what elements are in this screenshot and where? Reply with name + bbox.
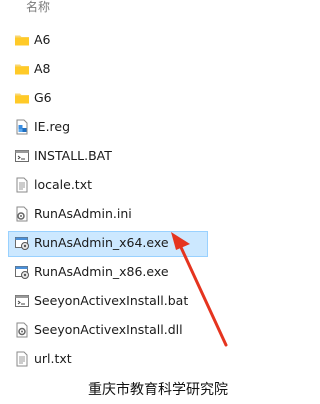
file-item-label: A8 [34, 61, 51, 76]
text-file-icon [14, 177, 30, 193]
registry-file-icon [14, 119, 30, 135]
file-item-runasadmin-ini[interactable]: RunAsAdmin.ini [8, 202, 208, 228]
file-item-locale-txt[interactable]: locale.txt [8, 173, 208, 199]
folder-icon [14, 32, 30, 48]
text-file-icon [14, 351, 30, 367]
batch-file-icon [14, 148, 30, 164]
file-item-label: RunAsAdmin.ini [34, 206, 132, 221]
file-item-label: locale.txt [34, 177, 92, 192]
file-item-runasadmin-x86-exe[interactable]: RunAsAdmin_x86.exe [8, 260, 208, 286]
file-item-install-bat[interactable]: INSTALL.BAT [8, 144, 208, 170]
config-file-icon [14, 206, 30, 222]
file-item-seeyonactivexinstall-dll[interactable]: SeeyonActivexInstall.dll [8, 318, 208, 344]
batch-file-icon [14, 293, 30, 309]
executable-icon [14, 235, 30, 251]
file-item-label: SeeyonActivexInstall.dll [34, 322, 183, 337]
file-item-label: SeeyonActivexInstall.bat [34, 293, 189, 308]
file-item-a6[interactable]: A6 [8, 28, 208, 54]
file-item-label: RunAsAdmin_x64.exe [34, 235, 169, 250]
file-item-url-txt[interactable]: url.txt [8, 347, 208, 373]
file-item-runasadmin-x64-exe[interactable]: RunAsAdmin_x64.exe [8, 231, 208, 257]
dll-file-icon [14, 322, 30, 338]
file-item-label: IE.reg [34, 119, 71, 134]
file-item-seeyonactivexinstall-bat[interactable]: SeeyonActivexInstall.bat [8, 289, 208, 315]
file-item-ie-reg[interactable]: IE.reg [8, 115, 208, 141]
executable-icon [14, 264, 30, 280]
watermark-caption: 重庆市教育科学研究院 [88, 382, 228, 398]
file-item-g6[interactable]: G6 [8, 86, 208, 112]
file-item-label: INSTALL.BAT [34, 148, 112, 163]
file-item-label: url.txt [34, 351, 72, 366]
file-item-label: G6 [34, 90, 52, 105]
folder-icon [14, 90, 30, 106]
file-item-a8[interactable]: A8 [8, 57, 208, 83]
folder-icon [14, 61, 30, 77]
column-header-name[interactable]: 名称 [26, 0, 50, 14]
file-item-label: RunAsAdmin_x86.exe [34, 264, 169, 279]
file-list: A6 A8 G6 IE.reg INSTALL.BAT locale.txt R… [8, 28, 208, 376]
file-item-label: A6 [34, 32, 51, 47]
